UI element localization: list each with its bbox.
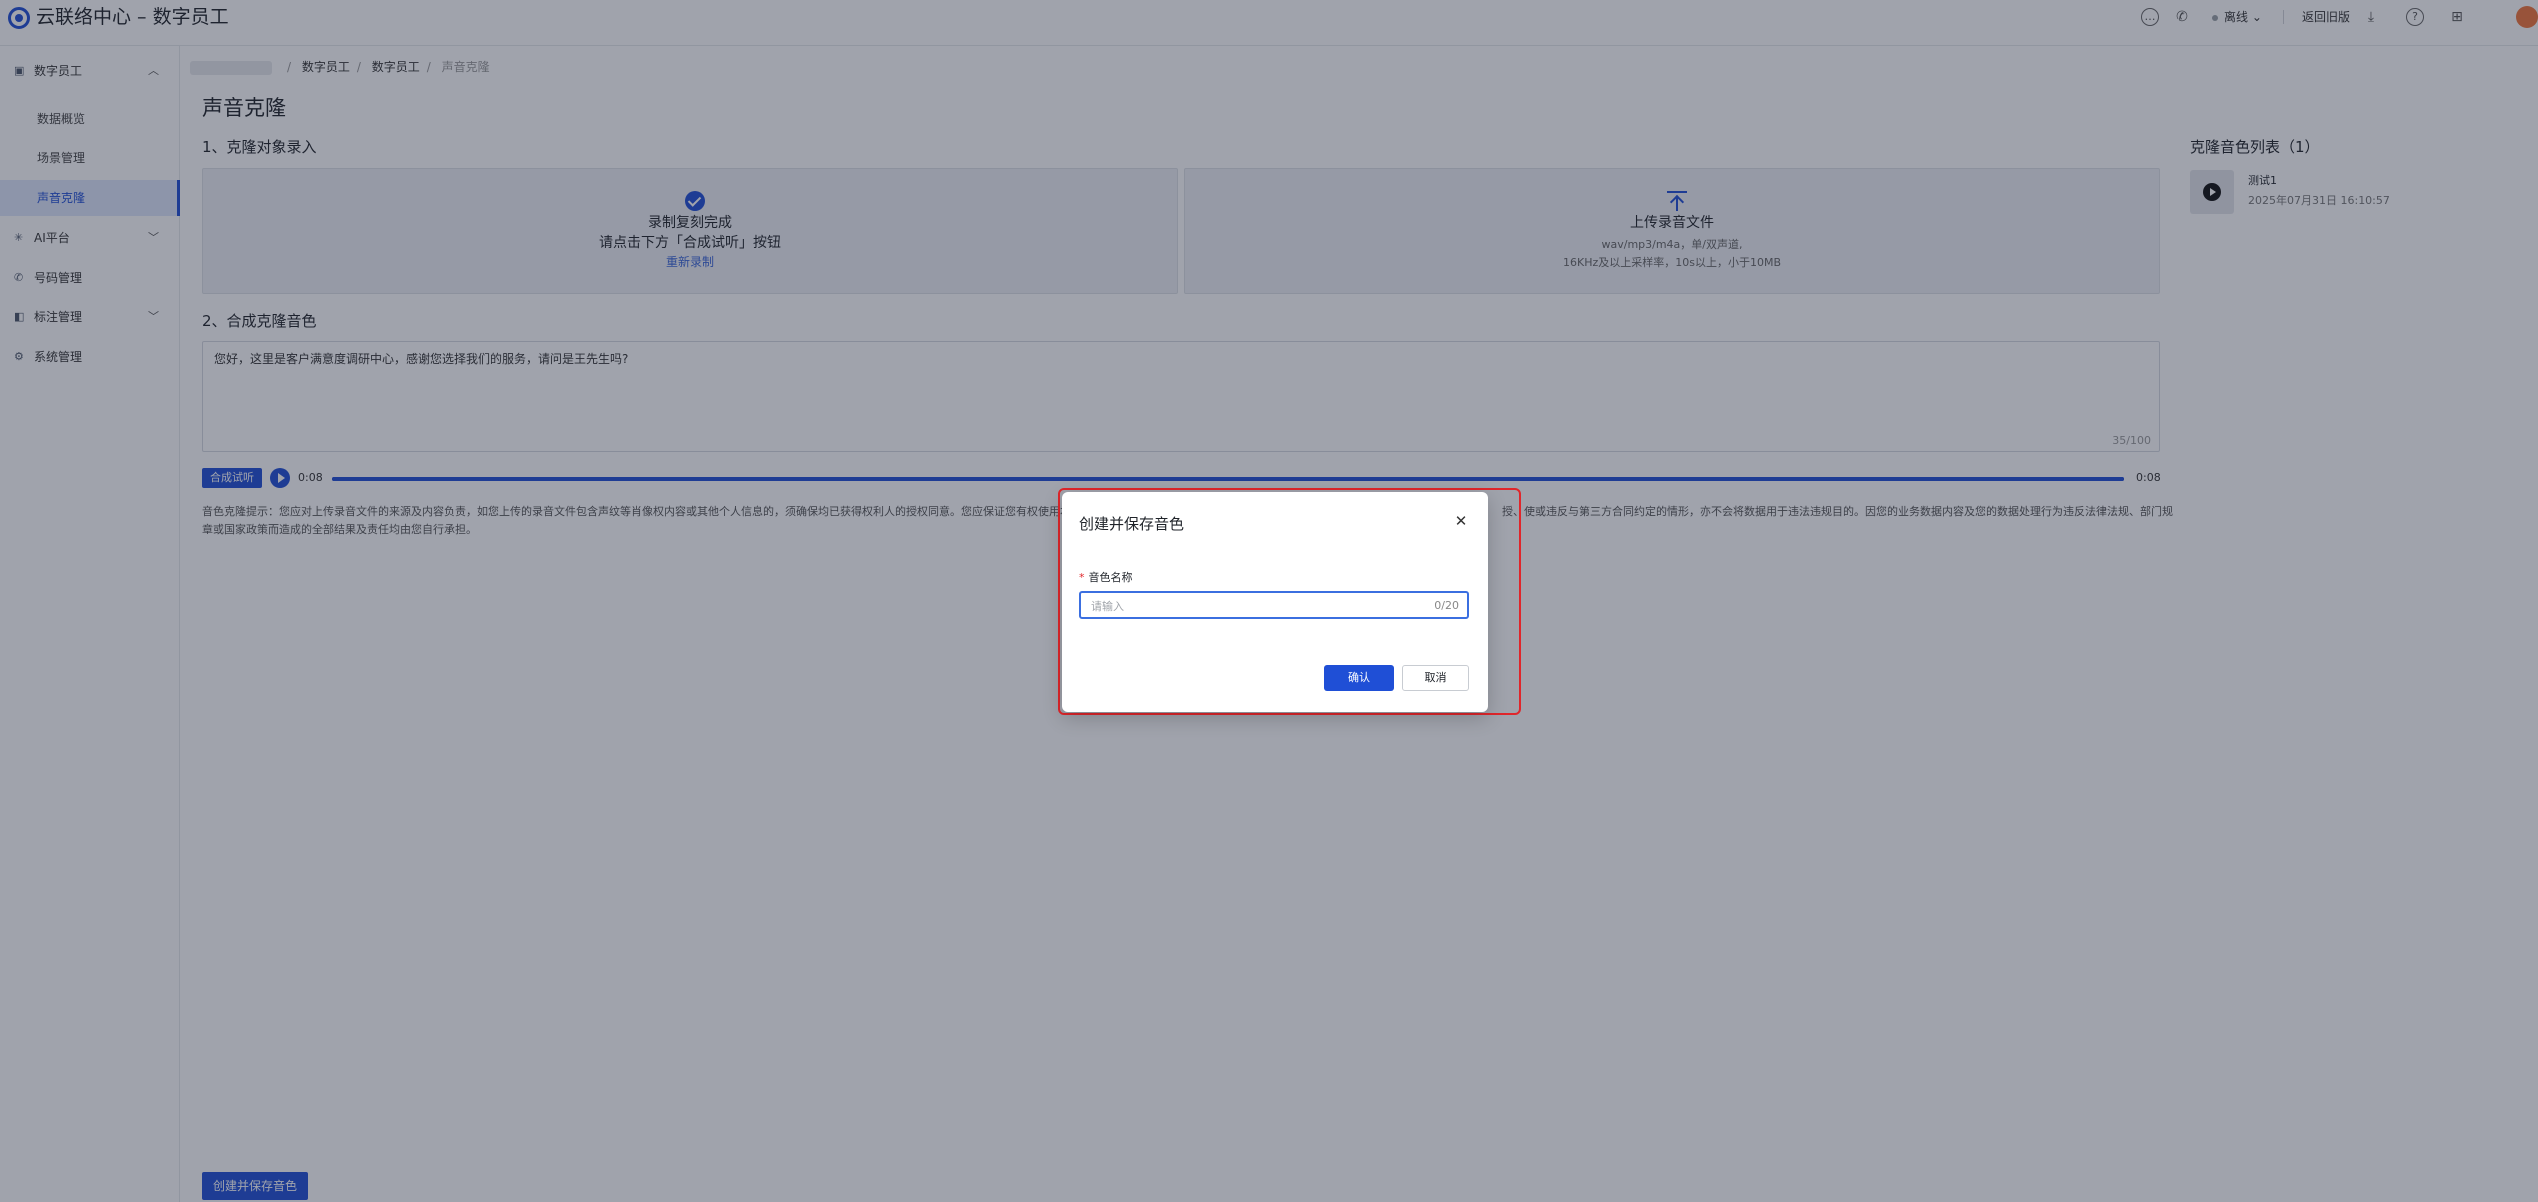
voice-name-field[interactable]: 0/20 bbox=[1079, 591, 1469, 619]
required-mark: * bbox=[1079, 571, 1085, 584]
voice-name-label-text: 音色名称 bbox=[1088, 571, 1133, 584]
dialog-title: 创建并保存音色 bbox=[1079, 515, 1185, 533]
voice-name-label: * 音色名称 bbox=[1079, 570, 1133, 586]
close-icon[interactable]: ✕ bbox=[1453, 513, 1469, 529]
voice-name-input[interactable] bbox=[1091, 597, 1411, 615]
confirm-button[interactable]: 确认 bbox=[1324, 665, 1394, 691]
cancel-button[interactable]: 取消 bbox=[1402, 665, 1469, 691]
input-counter: 0/20 bbox=[1434, 599, 1459, 612]
create-voice-dialog: 创建并保存音色 ✕ *音色名称 0/20 确认 取消 bbox=[1062, 492, 1488, 712]
